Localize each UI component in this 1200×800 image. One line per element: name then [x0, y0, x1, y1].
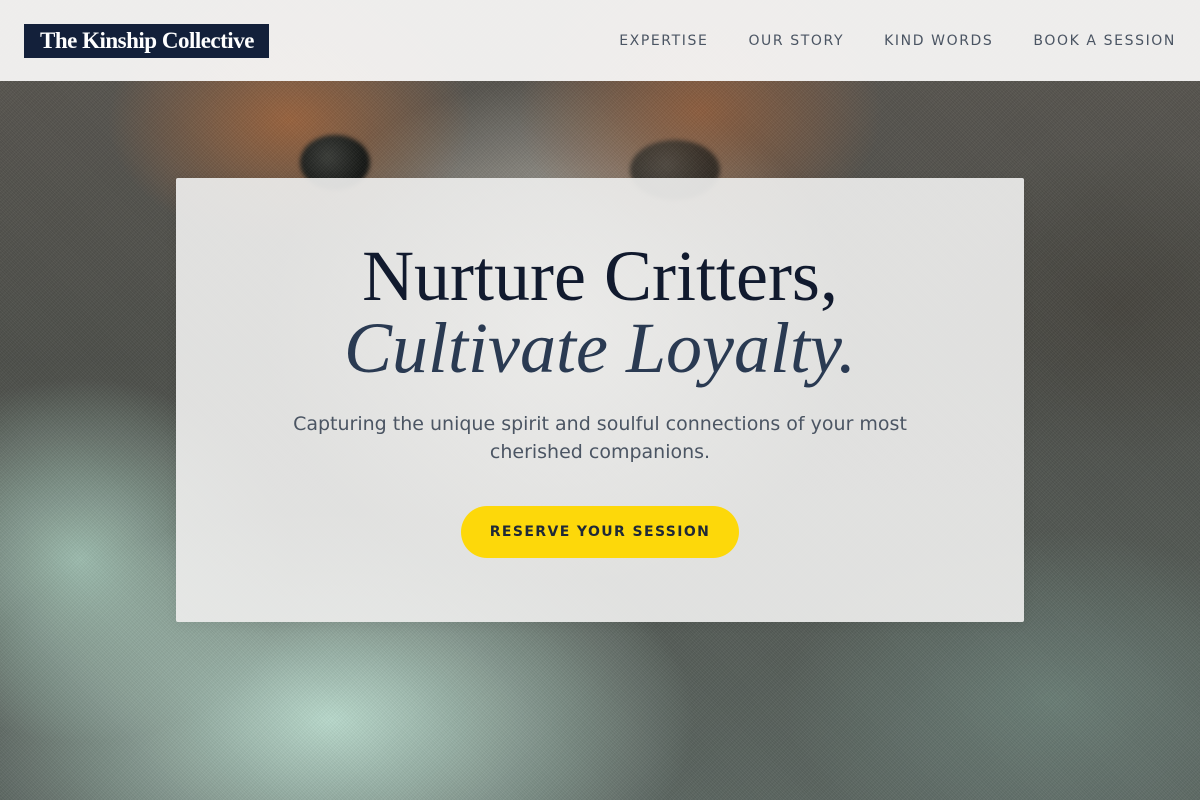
reserve-session-button[interactable]: RESERVE YOUR SESSION: [461, 506, 739, 558]
nav-kind-words[interactable]: KIND WORDS: [884, 31, 993, 51]
headline-line-1: Nurture Critters,: [362, 236, 838, 316]
site-header: The Kinship Collective EXPERTISE OUR STO…: [0, 0, 1200, 81]
hero-subtitle: Capturing the unique spirit and soulful …: [293, 413, 907, 463]
headline-line-2: Cultivate Loyalty.: [344, 308, 856, 388]
site-logo[interactable]: The Kinship Collective: [24, 23, 269, 58]
hero-headline: Nurture Critters, Cultivate Loyalty.: [176, 240, 1024, 384]
main-nav: EXPERTISE OUR STORY KIND WORDS BOOK A SE…: [619, 31, 1176, 51]
nav-book-a-session[interactable]: BOOK A SESSION: [1033, 31, 1176, 51]
nav-expertise[interactable]: EXPERTISE: [619, 31, 708, 51]
nav-our-story[interactable]: OUR STORY: [748, 31, 844, 51]
hero-card: Nurture Critters, Cultivate Loyalty. Cap…: [176, 178, 1024, 622]
